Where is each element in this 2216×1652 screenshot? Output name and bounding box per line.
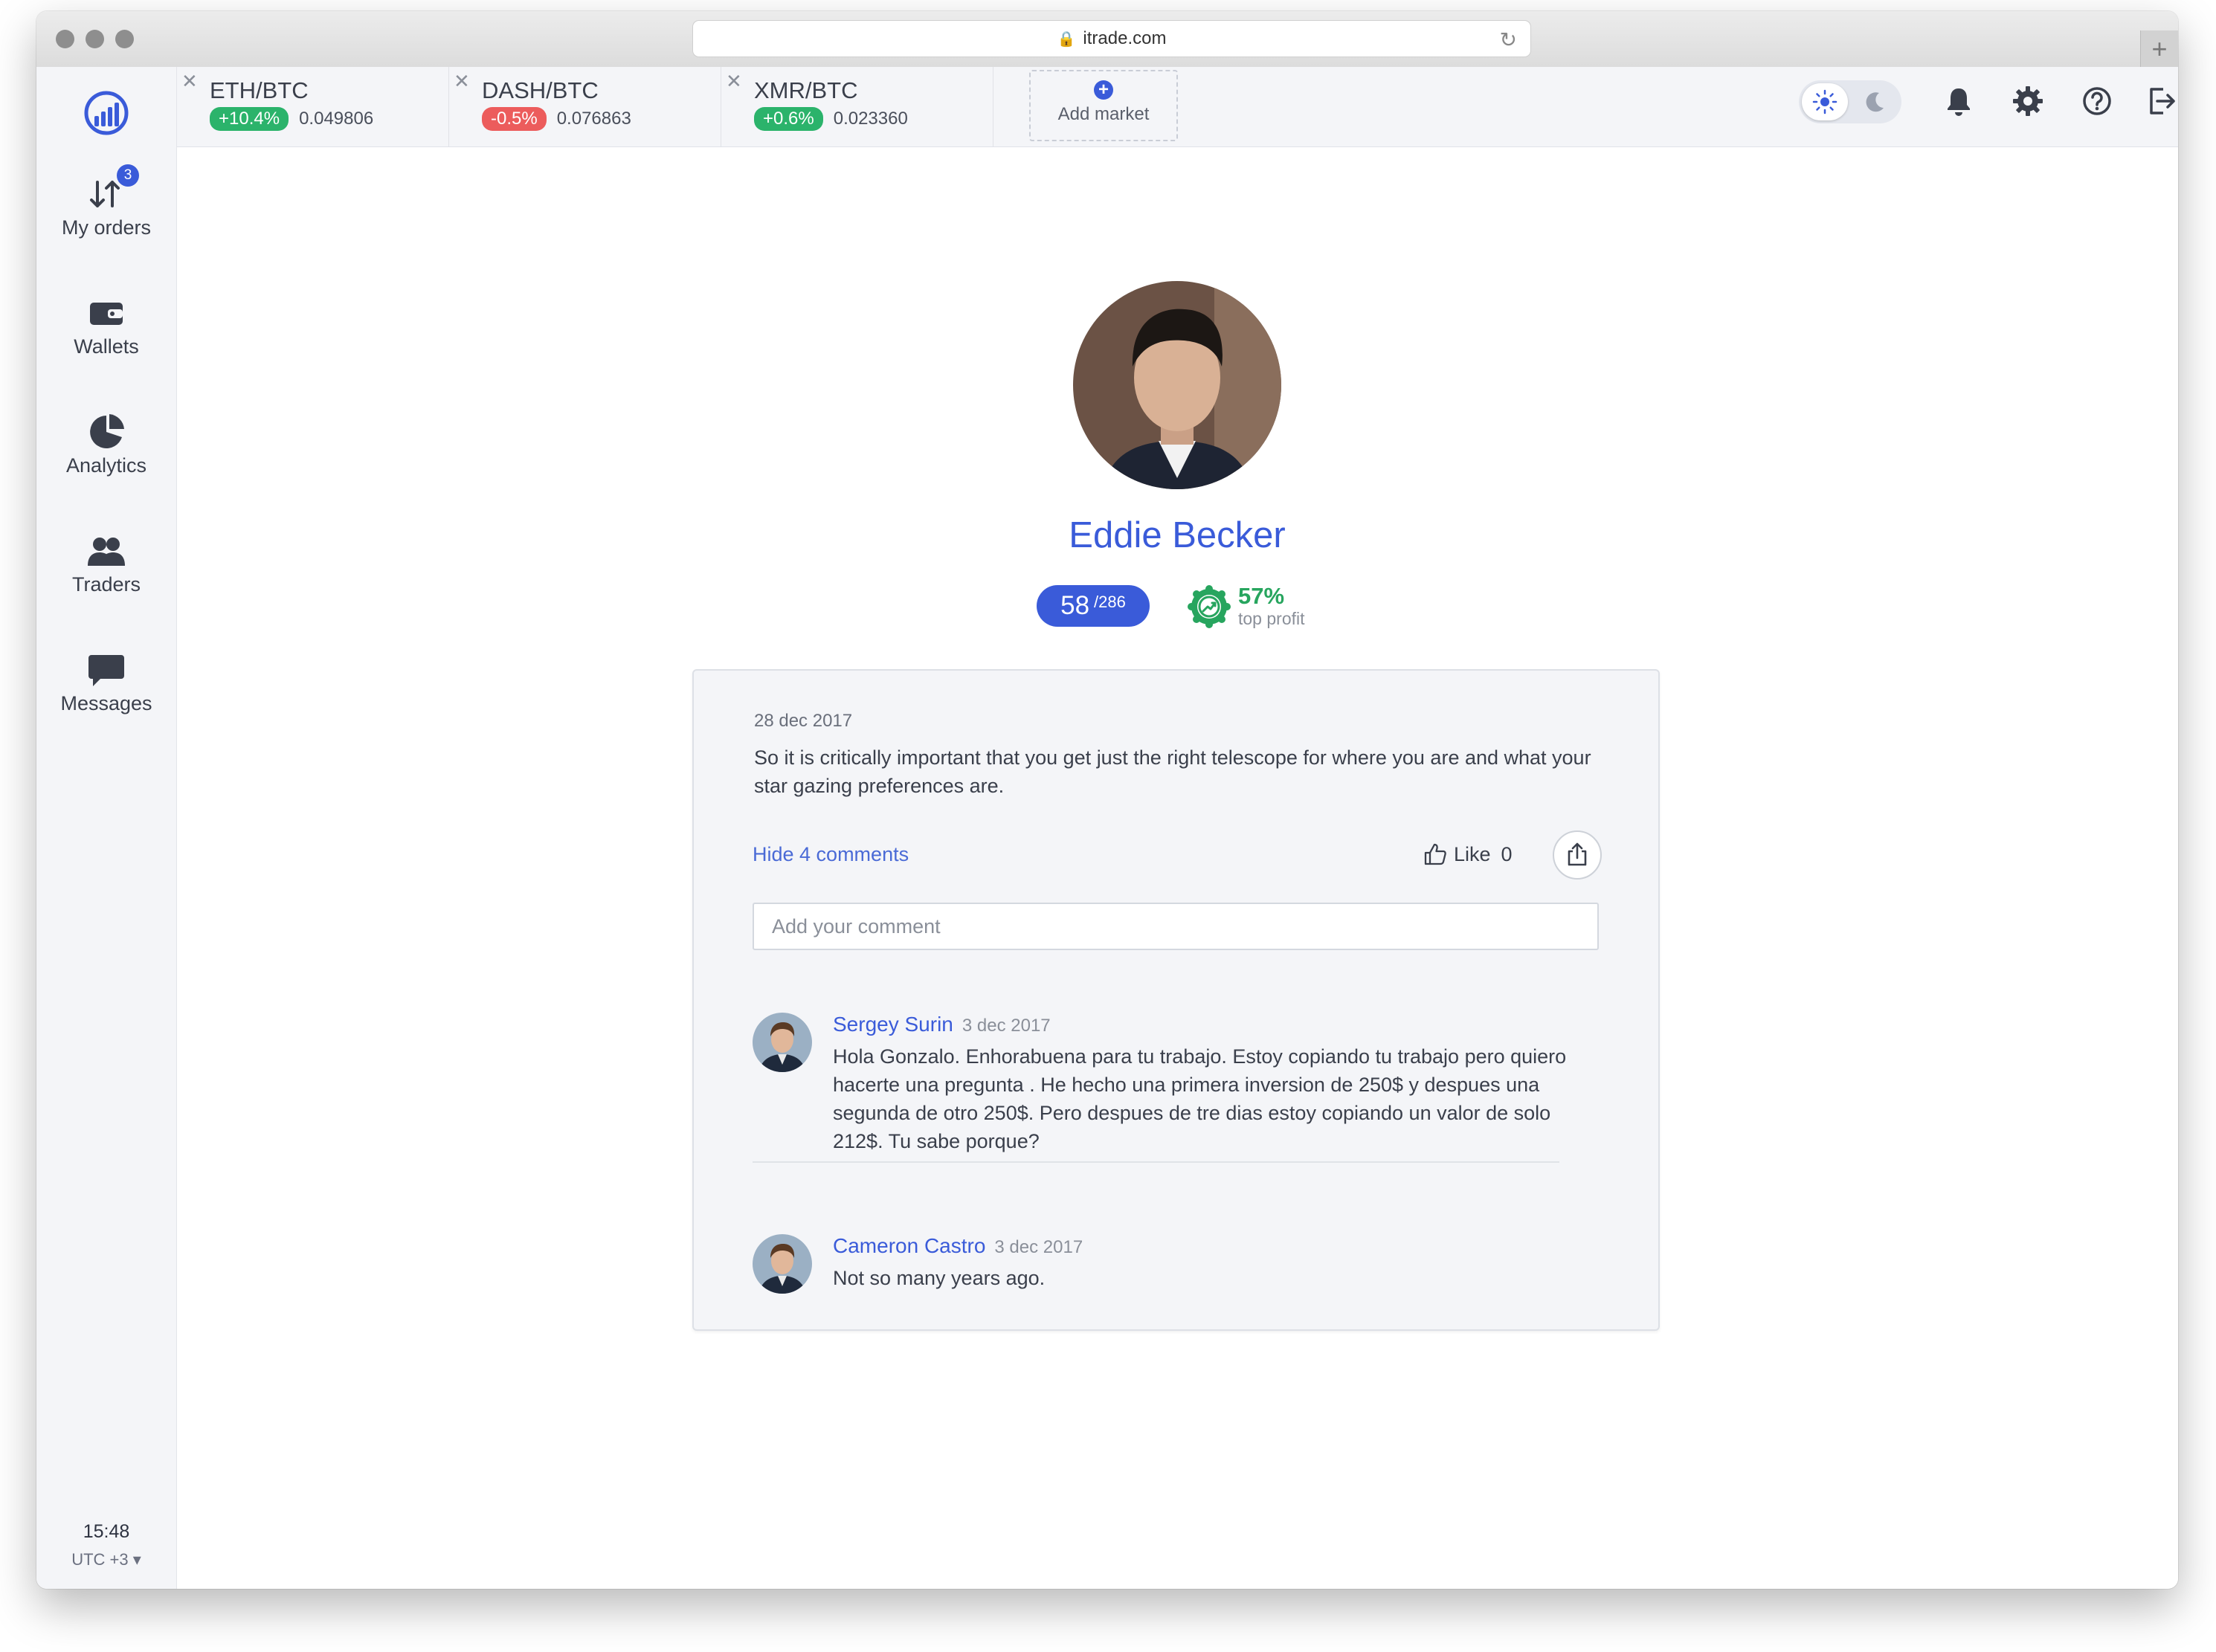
comment-author-name[interactable]: Cameron Castro bbox=[833, 1234, 985, 1257]
moon-icon bbox=[1866, 92, 1884, 112]
sidebar-item-label: Traders bbox=[71, 573, 141, 596]
change-badge: +0.6% bbox=[754, 107, 823, 131]
profit-label: top profit bbox=[1238, 609, 1305, 628]
timezone-selector[interactable]: UTC +3 ▾ bbox=[36, 1550, 176, 1569]
itrade-logo[interactable] bbox=[83, 89, 130, 137]
sidebar-item-wallets[interactable]: Wallets bbox=[36, 295, 176, 358]
market-pair: XMR/BTC bbox=[754, 77, 858, 103]
sidebar-item-label: Analytics bbox=[65, 454, 147, 477]
sidebar: 3 My orders Wallets Analytics Traders Me… bbox=[36, 67, 177, 1589]
comment-text: Not so many years ago. bbox=[833, 1267, 1046, 1289]
profile-avatar bbox=[1073, 281, 1281, 489]
comment-author[interactable]: Sergey Surin 3 dec 2017 bbox=[833, 1013, 1051, 1036]
close-icon[interactable]: ✕ bbox=[454, 70, 470, 93]
sidebar-item-my-orders[interactable]: 3 My orders bbox=[36, 164, 176, 239]
add-market-button[interactable]: + Add market bbox=[1029, 70, 1178, 141]
market-price: 0.049806 bbox=[299, 109, 374, 129]
arrows-up-down-icon: 3 bbox=[87, 164, 139, 212]
profile-name: Eddie Becker bbox=[1069, 515, 1286, 555]
like-label: Like bbox=[1454, 842, 1491, 865]
browser-titlebar: 🔒 itrade.com ↻ + bbox=[36, 11, 2178, 68]
address-bar[interactable]: 🔒 itrade.com ↻ bbox=[692, 20, 1531, 57]
comment-input[interactable] bbox=[753, 903, 1599, 950]
pie-chart-icon bbox=[87, 414, 126, 450]
sidebar-item-label: Wallets bbox=[74, 335, 139, 358]
url-text: itrade.com bbox=[1083, 28, 1167, 48]
sidebar-item-label: My orders bbox=[61, 216, 152, 239]
comment-author[interactable]: Cameron Castro 3 dec 2017 bbox=[833, 1234, 1083, 1258]
gear-icon[interactable] bbox=[2012, 85, 2044, 117]
lock-icon: 🔒 bbox=[1057, 30, 1076, 48]
close-window-button[interactable] bbox=[56, 30, 74, 48]
logout-icon[interactable] bbox=[2145, 85, 2178, 117]
close-icon[interactable]: ✕ bbox=[181, 70, 198, 93]
new-tab-button[interactable]: + bbox=[2140, 30, 2178, 68]
like-count: 0 bbox=[1501, 842, 1513, 865]
sidebar-item-messages[interactable]: Messages bbox=[36, 652, 176, 715]
wallet-icon bbox=[87, 295, 126, 331]
sidebar-item-label: Messages bbox=[60, 692, 152, 714]
sun-icon bbox=[1812, 89, 1837, 114]
thumbs-up-icon bbox=[1424, 843, 1446, 865]
rank-badge: 58 /286 bbox=[1037, 585, 1150, 627]
profit-percent: 57% bbox=[1238, 583, 1285, 609]
clock: 15:48 UTC +3 ▾ bbox=[36, 1521, 176, 1569]
close-icon[interactable]: ✕ bbox=[726, 70, 742, 93]
reload-icon[interactable]: ↻ bbox=[1500, 28, 1517, 52]
profit-badge-icon bbox=[1188, 585, 1231, 628]
market-tab-eth-btc[interactable]: ✕ ETH/BTC +10.4% 0.049806 bbox=[177, 67, 449, 146]
comment-date: 3 dec 2017 bbox=[962, 1016, 1051, 1036]
like-button[interactable]: Like 0 bbox=[1423, 842, 1513, 867]
post-text: So it is critically important that you g… bbox=[754, 746, 1591, 797]
post-card: 28 dec 2017 So it is critically importan… bbox=[692, 669, 1660, 1331]
bell-icon[interactable] bbox=[1942, 85, 1975, 117]
market-pair: DASH/BTC bbox=[482, 77, 599, 103]
hide-comments-link[interactable]: Hide 4 comments bbox=[753, 843, 909, 866]
market-price: 0.023360 bbox=[833, 109, 908, 129]
rank-value: 58 bbox=[1060, 591, 1090, 620]
change-badge: +10.4% bbox=[210, 107, 289, 131]
market-tab-dash-btc[interactable]: ✕ DASH/BTC -0.5% 0.076863 bbox=[449, 67, 721, 146]
commenter-avatar[interactable] bbox=[753, 1234, 812, 1294]
share-button[interactable] bbox=[1553, 830, 1602, 880]
add-market-label: Add market bbox=[1057, 104, 1150, 124]
users-icon bbox=[87, 533, 126, 569]
plus-icon: + bbox=[1094, 80, 1113, 100]
share-icon bbox=[1568, 842, 1587, 866]
comment-author-name[interactable]: Sergey Surin bbox=[833, 1013, 953, 1036]
theme-toggle[interactable] bbox=[1799, 80, 1901, 123]
rank-total: /286 bbox=[1094, 593, 1126, 611]
sidebar-item-traders[interactable]: Traders bbox=[36, 533, 176, 596]
clock-time: 15:48 bbox=[83, 1521, 130, 1542]
market-tab-xmr-btc[interactable]: ✕ XMR/BTC +0.6% 0.023360 bbox=[721, 67, 993, 146]
browser-window: 🔒 itrade.com ↻ + 3 My orders Wallets Ana… bbox=[36, 11, 2178, 1589]
chat-bubble-icon bbox=[87, 652, 126, 688]
comment-text: Hola Gonzalo. Enhorabuena para tu trabaj… bbox=[833, 1045, 1567, 1152]
post-date: 28 dec 2017 bbox=[754, 711, 853, 731]
sidebar-item-analytics[interactable]: Analytics bbox=[36, 414, 176, 477]
market-tabs-bar: ✕ ETH/BTC +10.4% 0.049806 ✕ DASH/BTC -0.… bbox=[177, 67, 2178, 147]
orders-count-badge: 3 bbox=[117, 164, 139, 187]
market-pair: ETH/BTC bbox=[210, 77, 309, 103]
help-icon[interactable] bbox=[2081, 85, 2113, 117]
comment-date: 3 dec 2017 bbox=[994, 1237, 1083, 1257]
zoom-window-button[interactable] bbox=[115, 30, 134, 48]
market-price: 0.076863 bbox=[556, 109, 631, 129]
minimize-window-button[interactable] bbox=[86, 30, 104, 48]
main-content: Eddie Becker 58 /286 57% top profit 28 d… bbox=[177, 147, 2178, 1589]
commenter-avatar[interactable] bbox=[753, 1013, 812, 1072]
change-badge: -0.5% bbox=[482, 107, 547, 131]
comment-divider bbox=[753, 1161, 1559, 1163]
